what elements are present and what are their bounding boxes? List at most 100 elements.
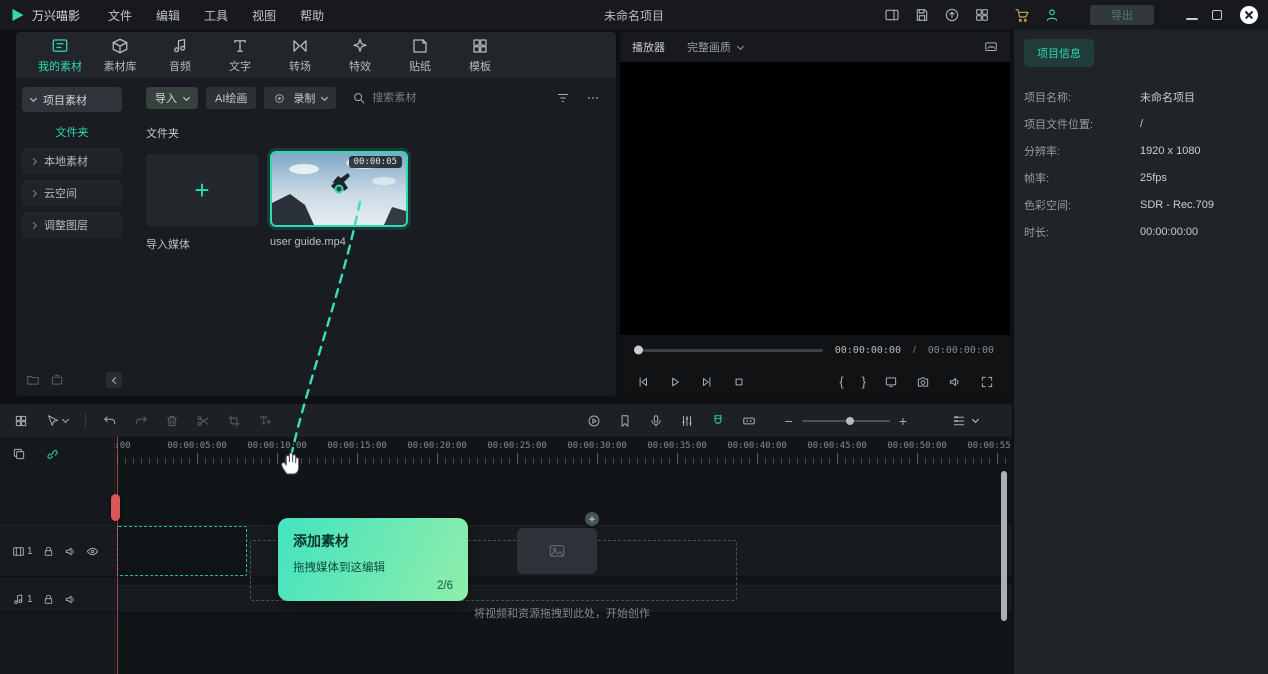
- save-icon[interactable]: [914, 7, 930, 23]
- maximize-button[interactable]: [1212, 10, 1222, 20]
- workspace-grid-icon[interactable]: [974, 7, 990, 23]
- add-text-icon[interactable]: [258, 414, 272, 428]
- more-options-icon[interactable]: [586, 91, 600, 105]
- menu-view[interactable]: 视图: [252, 7, 276, 24]
- menu-bar: 文件 编辑 工具 视图 帮助: [108, 7, 324, 24]
- export-button[interactable]: 导出: [1090, 5, 1154, 25]
- text-icon: [231, 37, 249, 55]
- sidebar-item-label: 项目素材: [43, 92, 87, 108]
- record-button[interactable]: 录制: [264, 87, 336, 109]
- collapse-sidebar-button[interactable]: [106, 372, 122, 388]
- timeline-mini-tools: [0, 437, 114, 461]
- store-cart-icon[interactable]: [1014, 7, 1030, 23]
- track-height-control[interactable]: [952, 414, 978, 428]
- select-tool-icon[interactable]: [45, 414, 68, 428]
- snapshot-icon[interactable]: [916, 375, 930, 389]
- sidebar-item-adjustment-layer[interactable]: 调整图层: [22, 212, 122, 238]
- previous-frame-icon[interactable]: [636, 375, 650, 389]
- hide-track-eye-icon[interactable]: [86, 545, 99, 558]
- fit-screen-icon[interactable]: [884, 375, 898, 389]
- filter-sort-icon[interactable]: [556, 91, 570, 105]
- link-clips-icon[interactable]: [45, 447, 59, 461]
- mute-icon[interactable]: [64, 593, 77, 606]
- snap-magnet-icon[interactable]: [711, 414, 725, 428]
- close-button[interactable]: [1240, 6, 1258, 24]
- search-input[interactable]: [372, 92, 482, 104]
- playhead-grip[interactable]: [111, 494, 120, 521]
- import-media-tile[interactable]: +: [146, 154, 258, 226]
- tab-project-info[interactable]: 项目信息: [1024, 39, 1094, 67]
- delete-icon[interactable]: [165, 414, 179, 428]
- new-folder-icon[interactable]: [26, 373, 40, 387]
- display-output-icon[interactable]: [984, 40, 998, 54]
- delete-folder-icon[interactable]: [50, 373, 64, 387]
- menu-edit[interactable]: 编辑: [156, 7, 180, 24]
- lock-icon[interactable]: [42, 545, 55, 558]
- tab-templates[interactable]: 模板: [450, 37, 510, 74]
- split-scissors-icon[interactable]: [196, 414, 210, 428]
- tab-text[interactable]: 文字: [210, 37, 270, 74]
- tooltip-title: 添加素材: [293, 531, 453, 551]
- tab-effects[interactable]: 特效: [330, 37, 390, 74]
- minimize-button[interactable]: [1186, 18, 1198, 20]
- menu-help[interactable]: 帮助: [300, 7, 324, 24]
- volume-icon[interactable]: [948, 375, 962, 389]
- seek-thumb[interactable]: [634, 346, 643, 355]
- effects-icon: [351, 37, 369, 55]
- add-media-badge[interactable]: +: [583, 510, 601, 528]
- ruler-label: 00:00:15:00: [327, 441, 387, 451]
- undo-icon[interactable]: [103, 414, 117, 428]
- menu-file[interactable]: 文件: [108, 7, 132, 24]
- timeline-ruler[interactable]: 00:00 00:00:05:00 00:00:10:00 00:00:15:0…: [115, 437, 1012, 465]
- zoom-slider-thumb[interactable]: [846, 417, 854, 425]
- audio-mixer-icon[interactable]: [680, 414, 694, 428]
- mute-icon[interactable]: [64, 545, 77, 558]
- workspace-layout-icon[interactable]: [884, 7, 900, 23]
- seek-bar[interactable]: [636, 349, 823, 352]
- sidebar-item-cloud-space[interactable]: 云空间: [22, 180, 122, 206]
- upload-icon[interactable]: [944, 7, 960, 23]
- render-preview-icon[interactable]: [587, 414, 601, 428]
- play-icon[interactable]: [668, 375, 682, 389]
- fullscreen-icon[interactable]: [980, 375, 994, 389]
- tab-audio[interactable]: 音频: [150, 37, 210, 74]
- keyframe-icon[interactable]: [742, 414, 756, 428]
- media-placeholder-tile[interactable]: [517, 528, 597, 574]
- tab-my-media[interactable]: 我的素材: [30, 37, 90, 74]
- account-icon[interactable]: [1044, 7, 1060, 23]
- mark-in-icon[interactable]: {: [839, 375, 843, 388]
- tab-transition[interactable]: 转场: [270, 37, 330, 74]
- stop-icon[interactable]: [732, 375, 746, 389]
- tab-stickers[interactable]: 贴纸: [390, 37, 450, 74]
- timeline-scrollbar[interactable]: [1001, 471, 1007, 621]
- sidebar-item-folders[interactable]: 文件夹: [16, 124, 128, 140]
- zoom-in-icon[interactable]: +: [899, 414, 907, 428]
- redo-icon[interactable]: [134, 414, 148, 428]
- audio-track-header: 1: [0, 585, 115, 613]
- tab-label: 特效: [349, 58, 371, 74]
- drop-target-clip[interactable]: [117, 526, 247, 576]
- sidebar-item-local-media[interactable]: 本地素材: [22, 148, 122, 174]
- ai-paint-button[interactable]: AI绘画: [206, 87, 256, 109]
- zoom-out-icon[interactable]: −: [785, 414, 793, 428]
- manage-tracks-icon[interactable]: [12, 447, 26, 461]
- lock-icon[interactable]: [42, 593, 55, 606]
- quality-selector[interactable]: 完整画质: [687, 39, 743, 55]
- player-header: 播放器 完整画质: [620, 32, 1010, 62]
- mark-out-icon[interactable]: }: [862, 375, 866, 388]
- sidebar-item-project-materials[interactable]: 项目素材: [22, 87, 122, 112]
- next-frame-icon[interactable]: [700, 375, 714, 389]
- import-button[interactable]: 导入: [146, 87, 198, 109]
- marker-icon[interactable]: [618, 414, 632, 428]
- drag-handle[interactable]: [335, 185, 344, 194]
- tooltip-subtitle: 拖拽媒体到这编辑: [293, 559, 453, 575]
- media-clip-thumbnail[interactable]: 00:00:05: [270, 151, 408, 227]
- tab-stock-media[interactable]: 素材库: [90, 37, 150, 74]
- media-browser-icon[interactable]: [14, 414, 28, 428]
- crop-icon[interactable]: [227, 414, 241, 428]
- voiceover-mic-icon[interactable]: [649, 414, 663, 428]
- zoom-slider[interactable]: [802, 420, 890, 422]
- preview-viewport[interactable]: [620, 62, 1010, 335]
- sticker-icon: [411, 37, 429, 55]
- menu-tools[interactable]: 工具: [204, 7, 228, 24]
